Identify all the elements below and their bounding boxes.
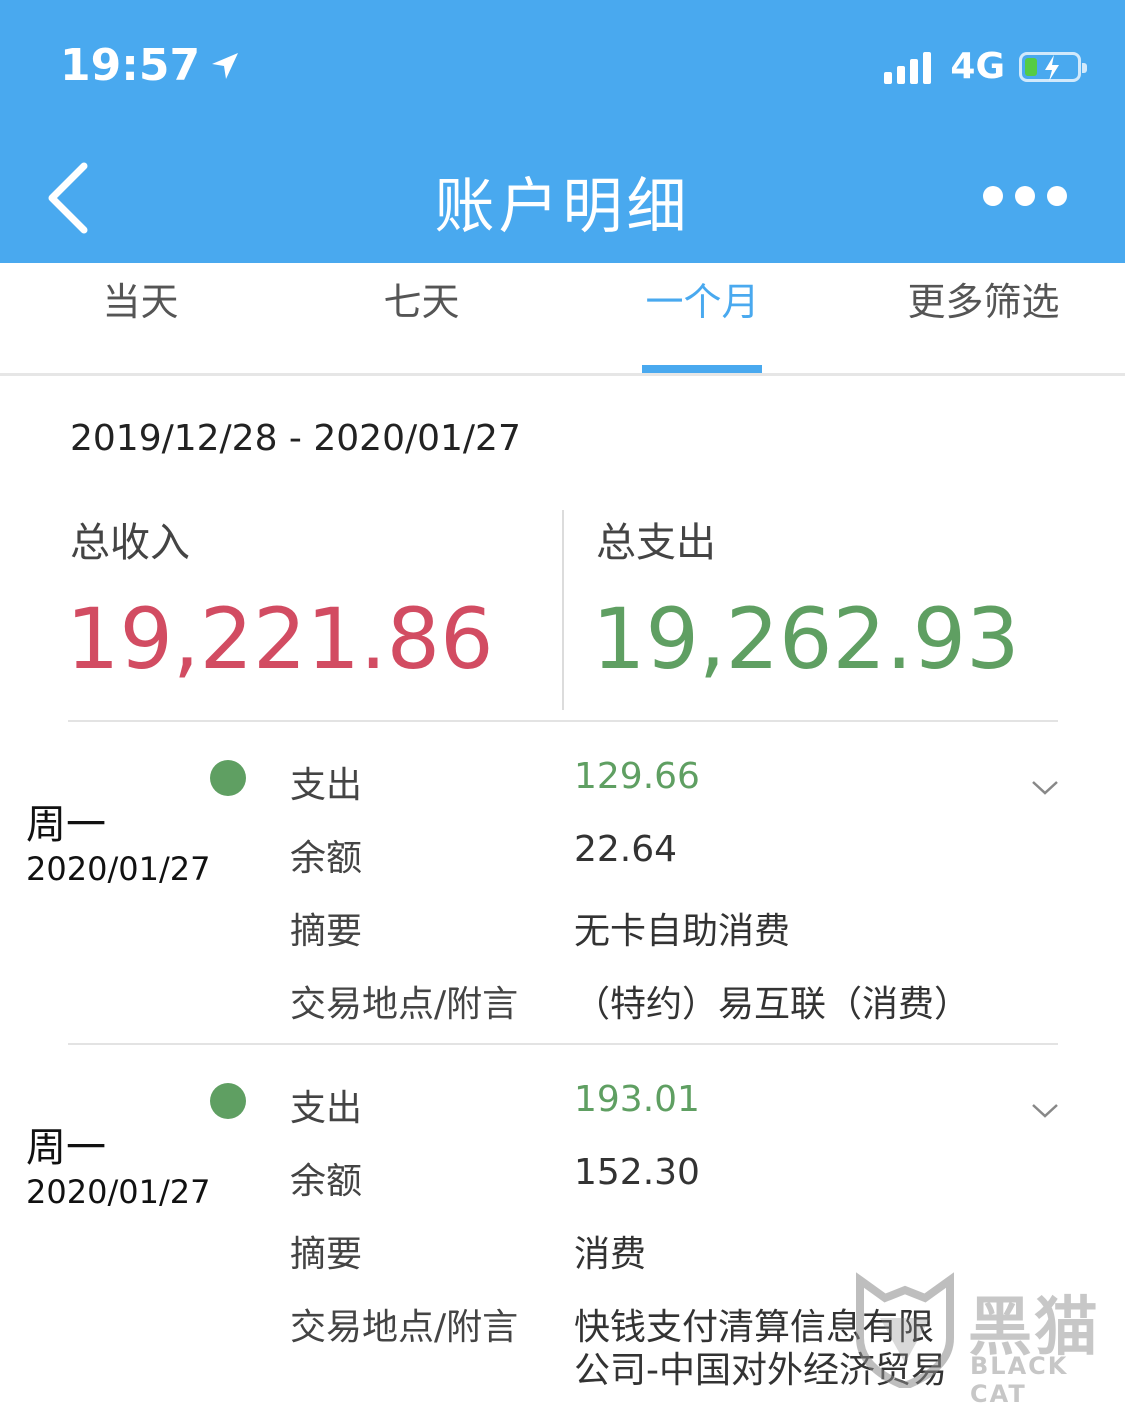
- record-type-label: 支出: [290, 765, 363, 806]
- battery-icon: [1019, 51, 1087, 82]
- app-header: 19:57 4G 账户明细: [0, 0, 1125, 263]
- record-location: （特约）易互联（消费）: [574, 984, 971, 1025]
- more-dot-icon: [1015, 186, 1035, 206]
- page-title: 账户明细: [434, 172, 691, 242]
- record-summary-label: 摘要: [290, 1234, 363, 1275]
- record-weekday: 周一: [26, 802, 106, 848]
- transaction-record[interactable]: 周一 2020/01/27 支出 129.66 余额 22.64 摘要 无卡自助…: [0, 722, 1125, 1042]
- signal-icon: [884, 50, 936, 84]
- summary-divider: [562, 510, 564, 710]
- record-location-label: 交易地点/附言: [290, 1307, 519, 1348]
- expense-value: 19,262.93: [592, 590, 1020, 688]
- record-location-label: 交易地点/附言: [290, 984, 519, 1025]
- status-indicators: 4G: [884, 46, 1087, 87]
- chevron-down-icon[interactable]: [1030, 1101, 1060, 1121]
- black-cat-watermark: 黑猫 BLACK CAT: [850, 1268, 1125, 1408]
- status-time-text: 19:57: [60, 40, 201, 91]
- chevron-down-icon[interactable]: [1030, 778, 1060, 798]
- more-options-button[interactable]: [971, 186, 1067, 206]
- record-balance-label: 余额: [290, 1161, 363, 1202]
- record-balance: 152.30: [574, 1152, 700, 1193]
- record-summary-label: 摘要: [290, 911, 363, 952]
- network-type: 4G: [950, 46, 1005, 87]
- more-dot-icon: [1047, 186, 1067, 206]
- record-summary: 无卡自助消费: [574, 911, 791, 952]
- tab-one-month[interactable]: 一个月: [562, 263, 843, 373]
- income-value: 19,221.86: [66, 590, 494, 688]
- expense-dot-icon: [210, 1083, 246, 1119]
- record-weekday: 周一: [26, 1125, 106, 1171]
- date-range: 2019/12/28 - 2020/01/27: [70, 418, 521, 459]
- location-arrow-icon: [212, 52, 239, 79]
- record-date: 2020/01/27: [26, 1173, 211, 1211]
- record-amount: 129.66: [574, 756, 700, 797]
- record-type-label: 支出: [290, 1088, 363, 1129]
- record-balance-label: 余额: [290, 838, 363, 879]
- expense-dot-icon: [210, 760, 246, 796]
- record-amount: 193.01: [574, 1079, 700, 1120]
- tab-more-filters[interactable]: 更多筛选: [843, 263, 1124, 373]
- expense-label: 总支出: [596, 520, 716, 566]
- more-dot-icon: [983, 186, 1003, 206]
- watermark-en: BLACK CAT: [970, 1352, 1069, 1408]
- status-time: 19:57: [60, 40, 240, 91]
- tab-seven-days[interactable]: 七天: [281, 263, 562, 373]
- cat-shield-logo-icon: [856, 1272, 954, 1388]
- income-label: 总收入: [70, 520, 190, 566]
- record-balance: 22.64: [574, 829, 678, 870]
- tab-today[interactable]: 当天: [0, 263, 281, 373]
- filter-tabs: 当天 七天 一个月 更多筛选: [0, 263, 1125, 376]
- record-date: 2020/01/27: [26, 850, 211, 888]
- record-summary: 消费: [574, 1234, 647, 1275]
